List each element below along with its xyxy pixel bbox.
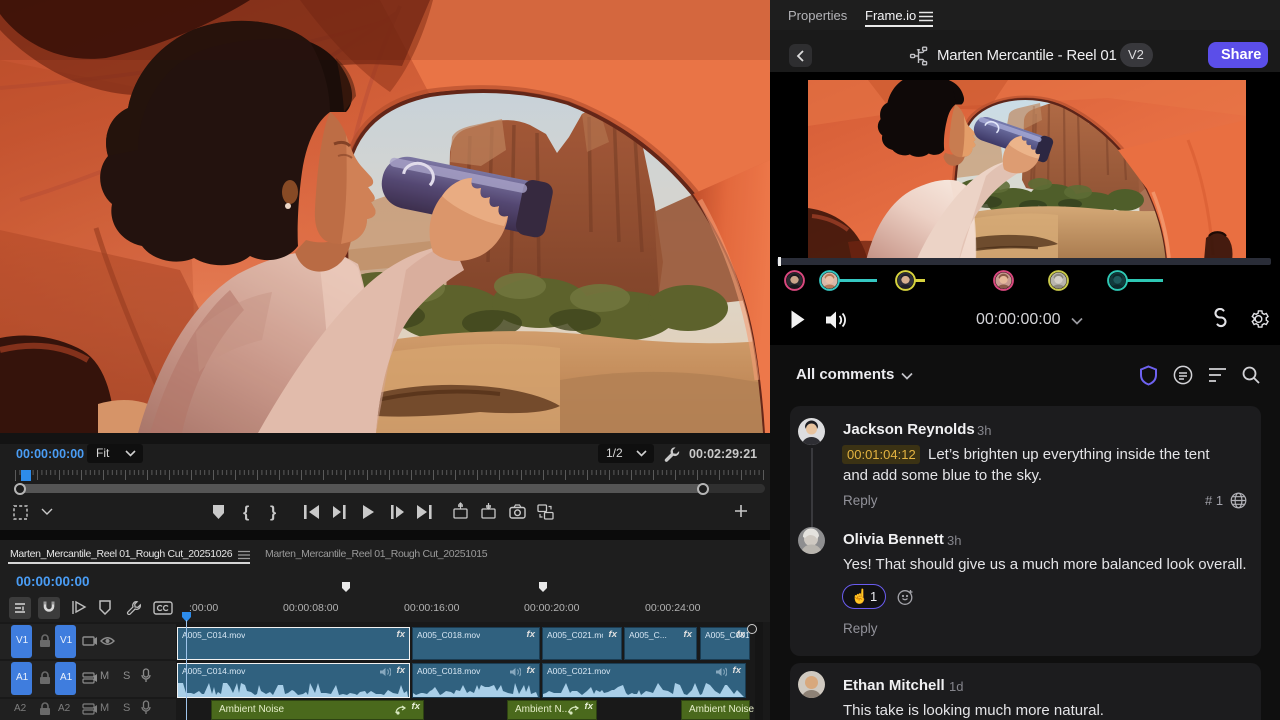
svg-text:}: } bbox=[270, 504, 276, 521]
svg-text:{: { bbox=[243, 504, 249, 521]
